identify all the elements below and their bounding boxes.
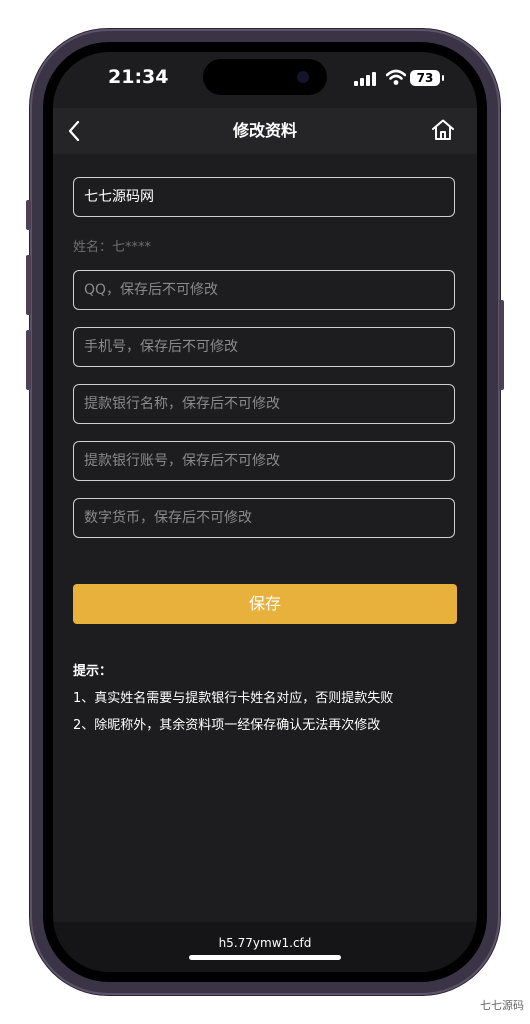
- status-time: 21:34: [108, 66, 169, 88]
- tips-line-1: 1、真实姓名需要与提款银行卡姓名对应，否则提款失败: [73, 691, 394, 706]
- watermark: 七七源码: [480, 999, 524, 1012]
- qq-input[interactable]: QQ，保存后不可修改: [73, 270, 455, 310]
- volume-down-button: [26, 330, 31, 390]
- tips-title: 提示：: [73, 664, 113, 679]
- phone-bezel: 21:34 73 修改资料 七七源码网 姓名：七**** QQ，保存后不可修改 …: [43, 42, 487, 982]
- status-bar: 21:34 73: [53, 52, 477, 108]
- dynamic-island: [203, 59, 327, 95]
- bank-name-input[interactable]: 提款银行名称，保存后不可修改: [73, 384, 455, 424]
- phone-input[interactable]: 手机号，保存后不可修改: [73, 327, 455, 367]
- nav-bar: 修改资料: [53, 108, 477, 154]
- crypto-input[interactable]: 数字货币，保存后不可修改: [73, 498, 455, 538]
- bank-account-input[interactable]: 提款银行账号，保存后不可修改: [73, 441, 455, 481]
- volume-up-button: [26, 255, 31, 315]
- save-button[interactable]: 保存: [73, 584, 457, 624]
- wifi-icon: [386, 69, 406, 85]
- url-text[interactable]: h5.77ymw1.cfd: [53, 936, 477, 950]
- browser-bottom-bar: h5.77ymw1.cfd: [53, 922, 477, 972]
- power-button: [499, 300, 504, 390]
- nickname-input[interactable]: 七七源码网: [73, 177, 455, 217]
- tips-line-2: 2、除昵称外，其余资料项一经保存确认无法再次修改: [73, 718, 381, 733]
- page-title: 修改资料: [232, 121, 297, 140]
- screen: 21:34 73 修改资料 七七源码网 姓名：七**** QQ，保存后不可修改 …: [53, 52, 477, 972]
- camera-icon: [297, 71, 309, 83]
- home-icon[interactable]: [431, 118, 455, 142]
- action-button: [26, 200, 31, 230]
- real-name-label: 姓名：七****: [73, 240, 152, 255]
- cellular-signal-icon: [354, 72, 380, 86]
- battery-tip: [442, 75, 444, 81]
- home-indicator[interactable]: [189, 955, 341, 960]
- battery-icon: 73: [410, 70, 440, 86]
- tips-section: 提示： 1、真实姓名需要与提款银行卡姓名对应，否则提款失败 2、除昵称外，其余资…: [73, 658, 393, 739]
